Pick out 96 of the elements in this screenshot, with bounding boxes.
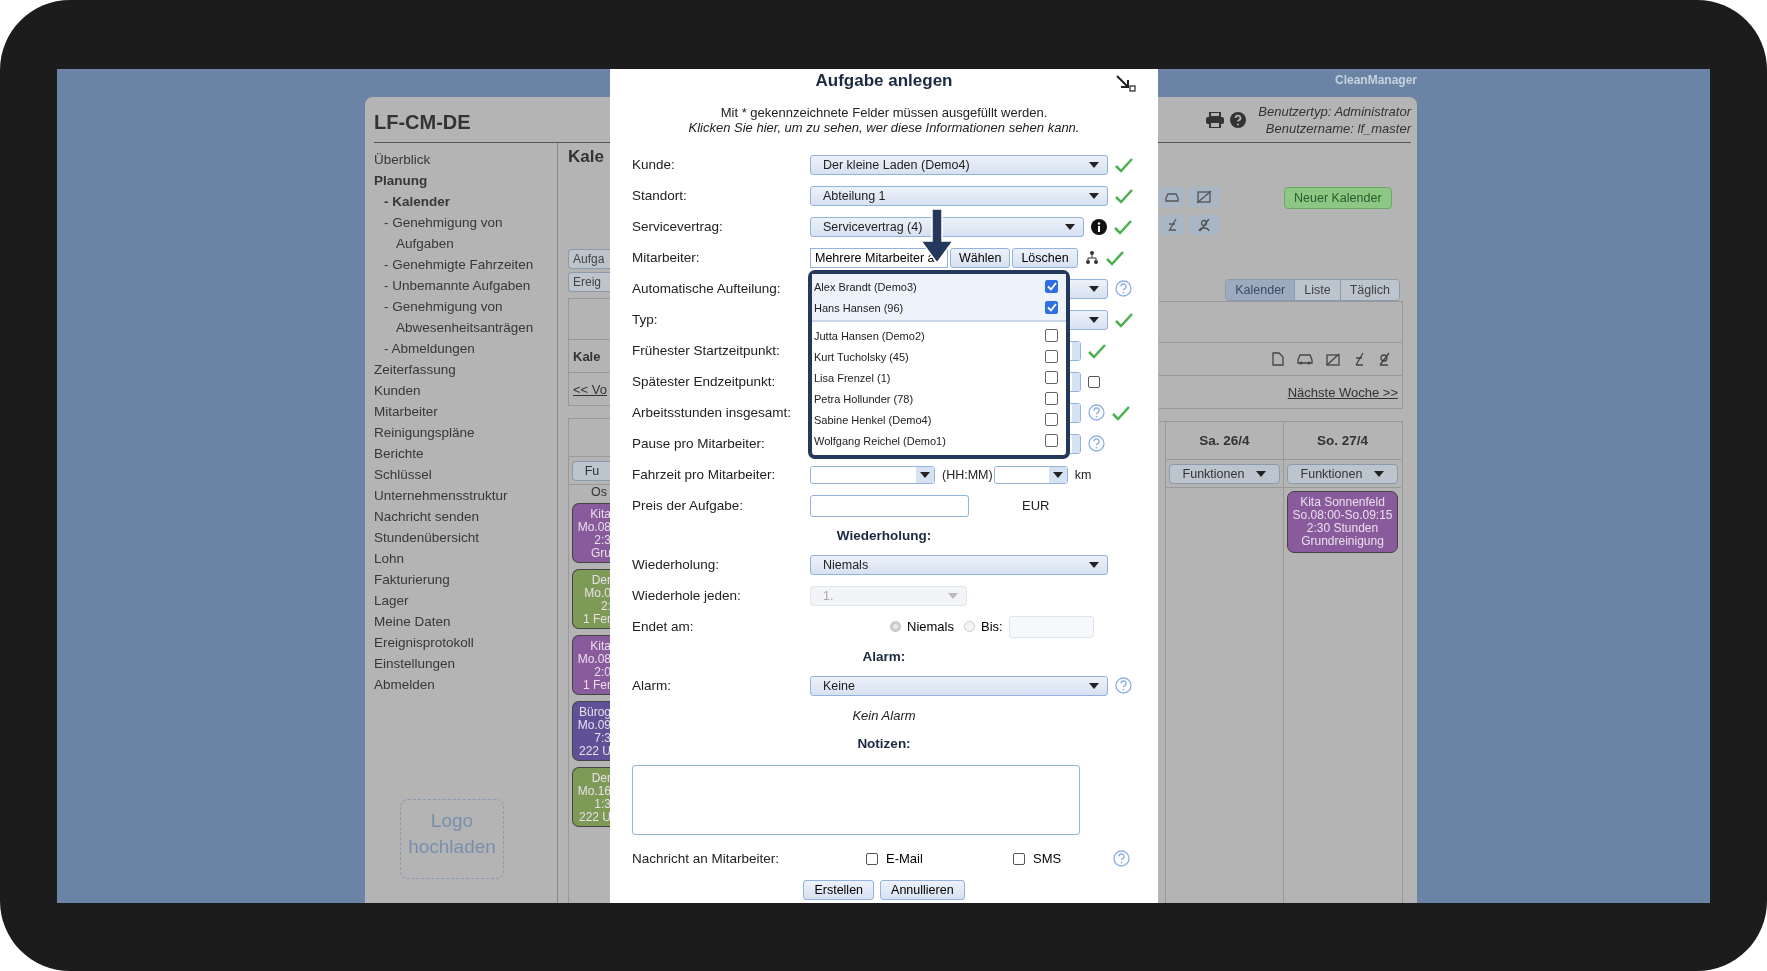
nav-item[interactable]: Überblick [374, 149, 435, 170]
user-type: Benutzertyp: Administrator [1258, 102, 1411, 120]
nav-item[interactable]: Unternehmensstruktur [374, 485, 512, 506]
view-tab[interactable]: Täglich [1339, 280, 1399, 300]
section-heading: Alarm: [862, 648, 906, 664]
nav-item[interactable]: Fakturierung [374, 569, 454, 590]
event-card[interactable]: Bürog Mo.09 7:3 222 U [572, 701, 611, 761]
nav-item[interactable]: Planung [374, 170, 432, 191]
view-tab[interactable]: Liste [1294, 280, 1340, 300]
alarm-note: Kein Alarm [852, 707, 916, 723]
field-label: Fahrzeit pro Mitarbeiter: [632, 467, 777, 482]
dropdown[interactable]: Servicevertrag (4) [810, 216, 1084, 237]
view-tab[interactable]: Kalender [1226, 280, 1295, 300]
field-label: Spätester Endzeitpunkt: [632, 374, 777, 389]
unit-label: km [1074, 467, 1092, 482]
field-label: Endet am: [632, 619, 695, 634]
previous-week-link[interactable]: << Vo [573, 381, 607, 397]
nav-item[interactable]: Meine Daten [374, 611, 455, 632]
calendar-title: Kale [573, 348, 601, 364]
field-label: Standort: [632, 188, 688, 203]
checkbox-label: SMS [1033, 851, 1062, 866]
nav-item[interactable]: Schlüssel [374, 464, 436, 485]
field-label: Nachricht an Mitarbeiter: [632, 851, 781, 866]
checkbox-label: E-Mail [886, 851, 923, 866]
event-card[interactable]: Kita Sonnenfeld So.08:00-So.09:15 2:30 Stunden Grundreinigung [1287, 491, 1398, 553]
nav-item[interactable]: - Kalender [374, 191, 458, 212]
employee-name[interactable]: Wolfgang Reichel (Demo1) [814, 434, 946, 447]
nav-item[interactable]: - Genehmigung von Aufgaben [374, 212, 557, 254]
nav-item[interactable]: Kunden [374, 380, 425, 401]
field-label: Typ: [632, 312, 659, 327]
functions-button[interactable]: Funktionen [1287, 463, 1398, 484]
page-title: Kale [568, 147, 605, 168]
radio-label: Niemals [907, 619, 954, 634]
dropdown[interactable]: Der kleine Laden (Demo4) [810, 154, 1108, 175]
day-header: So. 27/4 [1284, 422, 1401, 460]
field-label: Pause pro Mitarbeiter: [632, 436, 766, 451]
field-label: Mitarbeiter: [632, 250, 701, 265]
unit-label: (HH:MM) [942, 467, 993, 482]
user-name: Benutzername: lf_master [1265, 119, 1411, 137]
nav-item[interactable]: Ereignisprotokoll [374, 632, 478, 653]
form-button[interactable]: Wählen [950, 247, 1011, 268]
section-heading: Notizen: [857, 735, 911, 751]
employee-name[interactable]: Hans Hansen (96) [814, 301, 904, 314]
nav-item[interactable]: Zeiterfassung [374, 359, 460, 380]
tab-button[interactable]: Aufga [568, 249, 611, 269]
nav-item[interactable]: Einstellungen [374, 653, 460, 674]
new-calendar-button[interactable]: Neuer Kalender [1284, 187, 1392, 209]
nav-item[interactable]: Lohn [374, 548, 409, 569]
nav-item[interactable]: - Genehmigung von Abwesenheitsanträgen [374, 296, 557, 338]
field-label: Frühester Startzeitpunkt: [632, 343, 781, 358]
employee-name[interactable]: Sabine Henkel (Demo4) [814, 413, 932, 426]
nav-item[interactable]: - Genehmigte Fahrzeiten [374, 254, 538, 275]
next-week-link[interactable]: Nächste Woche >> [1287, 384, 1398, 400]
functions-button[interactable]: Fu [572, 460, 611, 481]
event-card[interactable]: Kita Mo.08 2:0 1 Fer [572, 635, 611, 695]
employee-name[interactable]: Kurt Tucholsky (45) [814, 350, 909, 363]
day-header: Sa. 26/4 [1166, 422, 1283, 460]
field-label: Wiederholung: [632, 557, 721, 572]
employee-name[interactable]: Alex Brandt (Demo3) [814, 280, 917, 293]
field-label: Alarm: [632, 678, 672, 693]
nav-item[interactable]: Stundenübersicht [374, 527, 484, 548]
app-title: LF-CM-DE [374, 110, 471, 134]
currency-label: EUR [1022, 498, 1050, 513]
field-label: Kunde: [632, 157, 676, 172]
dropdown[interactable]: Keine [810, 675, 1108, 696]
section-heading: Wiederholung: [836, 527, 932, 543]
nav-item[interactable]: Abmelden [374, 674, 439, 695]
dialog-title: Aufgabe anlegen [815, 71, 953, 91]
radio-label: Bis: [980, 619, 1003, 634]
field-label: Servicevertrag: [632, 219, 724, 234]
dialog-button[interactable]: Erstellen [803, 880, 875, 900]
dialog-button[interactable]: Annullieren [880, 880, 965, 900]
functions-button[interactable]: Funktionen [1169, 463, 1280, 484]
field-label: Wiederhole jeden: [632, 588, 742, 603]
nav-item[interactable]: - Unbemannte Aufgaben [374, 275, 535, 296]
nav-item[interactable]: - Abmeldungen [374, 338, 484, 359]
form-button[interactable]: Löschen [1012, 247, 1078, 268]
nav-item[interactable]: Lager [374, 590, 413, 611]
dropdown[interactable]: Niemals [810, 554, 1108, 575]
nav-item[interactable]: Nachricht senden [374, 506, 484, 527]
employee-name[interactable]: Lisa Frenzel (1) [814, 371, 891, 384]
required-fields-notice: Mit * gekennzeichnete Felder müssen ausgefüllt werden. [719, 105, 1049, 120]
tab-button[interactable]: Ereig [568, 272, 611, 292]
calendar-note: Os [590, 485, 608, 499]
nav-item[interactable]: Berichte [374, 443, 428, 464]
visibility-link[interactable]: Klicken Sie hier, um zu sehen, wer diese Informationen sehen kann. [632, 120, 1136, 135]
nav-item[interactable]: Mitarbeiter [374, 401, 442, 422]
employee-name[interactable]: Jutta Hansen (Demo2) [814, 329, 925, 342]
nav-item[interactable]: Reinigungspläne [374, 422, 479, 443]
field-label: Automatische Aufteilung: [632, 281, 782, 296]
event-card[interactable]: Kita Mo.08 2:3 Gru [572, 503, 611, 563]
employee-name[interactable]: Petra Hollunder (78) [814, 392, 914, 405]
field-label: Arbeitsstunden insgesamt: [632, 405, 793, 420]
field-label: Preis der Aufgabe: [632, 498, 745, 513]
dropdown[interactable]: Abteilung 1 [810, 185, 1108, 206]
brand-name: CleanManager [1333, 73, 1417, 87]
